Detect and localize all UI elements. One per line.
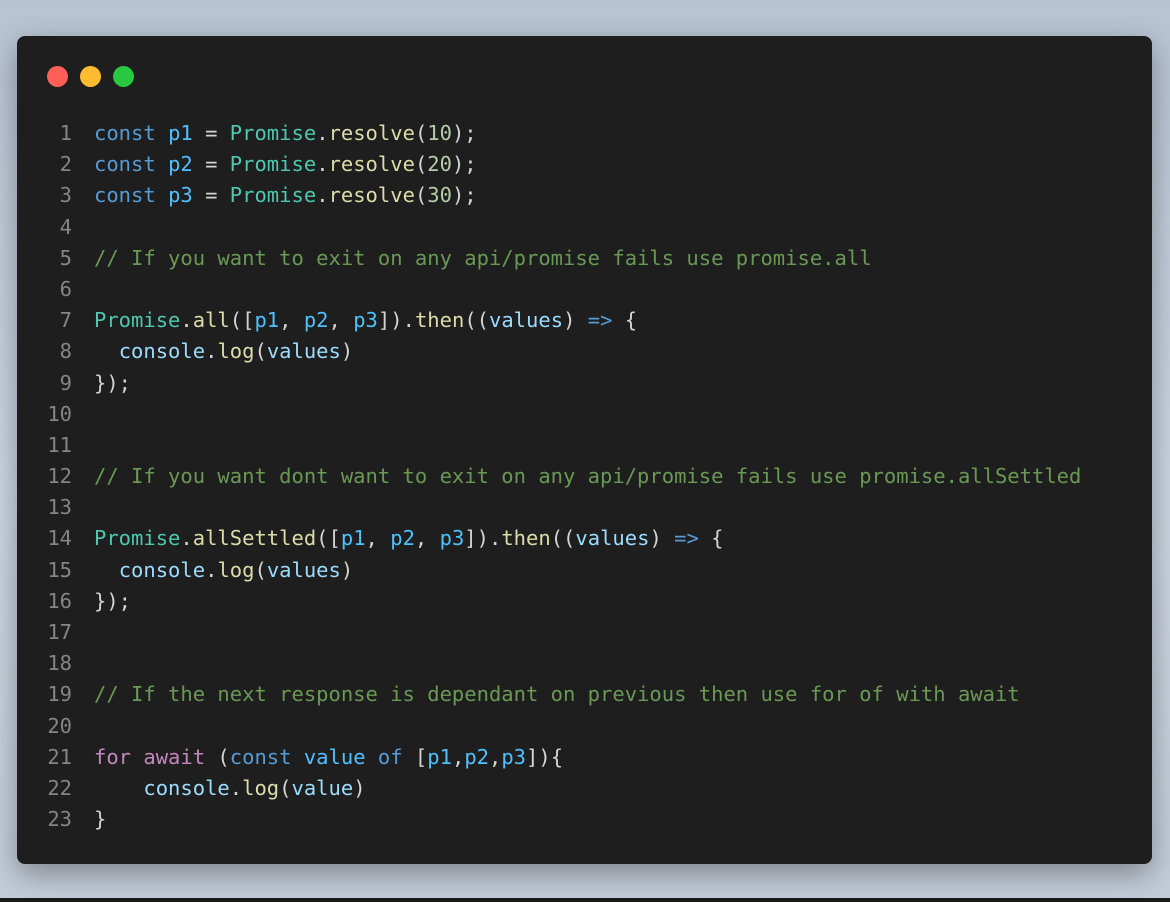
close-icon[interactable] — [47, 66, 68, 87]
maximize-icon[interactable] — [113, 66, 134, 87]
code-line: 12 // If you want dont want to exit on an… — [17, 461, 1152, 492]
line-number: 10 — [47, 401, 72, 426]
line-number: 2 — [59, 152, 72, 177]
line-number: 5 — [59, 245, 72, 270]
line-number: 12 — [47, 464, 72, 489]
line-number: 15 — [47, 557, 72, 582]
line-content: Promise.all([p1, p2, p3]).then((values) … — [94, 308, 638, 333]
line-content — [72, 492, 94, 523]
code-line: 20 — [17, 711, 1152, 742]
code-comment: // If you want dont want to exit on any … — [94, 464, 1082, 489]
line-number: 22 — [47, 775, 72, 800]
line-number: 6 — [59, 276, 72, 301]
line-content — [72, 430, 94, 461]
line-number: 13 — [47, 495, 72, 520]
line-number: 1 — [59, 121, 72, 145]
line-number: 3 — [59, 183, 72, 208]
line-number: 17 — [47, 620, 72, 644]
code-line: 11 — [17, 430, 1152, 461]
line-content: console.log(value) — [143, 775, 366, 800]
code-line: 18 — [17, 648, 1152, 679]
line-content — [72, 274, 94, 305]
line-content: } — [94, 807, 107, 832]
line-content: Promise.allSettled([p1, p2, p3]).then((v… — [94, 526, 724, 551]
line-number: 7 — [59, 308, 72, 333]
code-window: 1 const p1 = Promise.resolve(10); 2 const … — [17, 36, 1152, 864]
code-line: 14 Promise.allSettled([p1, p2, p3]).then(… — [17, 523, 1152, 554]
code-line: 23} — [17, 804, 1152, 835]
line-content: // If you want to exit on any api/promis… — [72, 243, 872, 274]
line-content: for await (const value of [p1,p2,p3]){ — [94, 744, 564, 769]
line-number: 8 — [59, 339, 72, 364]
code-line: 2 const p2 = Promise.resolve(20); — [17, 149, 1152, 180]
line-content — [72, 648, 94, 679]
code-line: 1 const p1 = Promise.resolve(10); — [17, 118, 1152, 149]
code-line: 8 console.log(values) — [17, 336, 1152, 367]
code-line: 21 for await (const value of [p1,p2,p3]){ — [17, 742, 1152, 773]
line-number: 18 — [47, 651, 72, 676]
code-line: 6 — [17, 274, 1152, 305]
code-line: 7 Promise.all([p1, p2, p3]).then((values)… — [17, 305, 1152, 336]
code-comment: // If the next response is dependant on … — [94, 682, 1020, 707]
code-line: 10 — [17, 399, 1152, 430]
line-number: 14 — [47, 526, 72, 551]
code-line: 17 — [17, 617, 1152, 648]
code-line: 22 console.log(value) — [17, 773, 1152, 804]
line-number: 19 — [47, 682, 72, 707]
line-content — [72, 617, 94, 648]
line-content — [72, 399, 94, 430]
line-number: 20 — [47, 713, 72, 738]
window-controls — [47, 66, 134, 87]
line-content: const p1 = Promise.resolve(10); — [94, 121, 477, 145]
line-content: }); — [94, 588, 132, 613]
code-line: 19 // If the next response is dependant o… — [17, 679, 1152, 710]
line-content: const p2 = Promise.resolve(20); — [94, 152, 477, 177]
line-content: console.log(values) — [118, 339, 354, 364]
code-line: 15 console.log(values) — [17, 555, 1152, 586]
minimize-icon[interactable] — [80, 66, 101, 87]
code-comment: // If you want to exit on any api/promis… — [94, 245, 872, 270]
line-content: }); — [94, 370, 132, 395]
code-editor: 1 const p1 = Promise.resolve(10); 2 const … — [17, 118, 1152, 835]
line-content: console.log(values) — [118, 557, 354, 582]
line-content — [72, 711, 94, 742]
line-number: 9 — [59, 370, 72, 395]
code-line: 16}); — [17, 586, 1152, 617]
line-number: 23 — [47, 807, 72, 832]
code-line: 9}); — [17, 368, 1152, 399]
code-line: 5 // If you want to exit on any api/promi… — [17, 243, 1152, 274]
line-number: 4 — [59, 214, 72, 239]
code-line: 13 — [17, 492, 1152, 523]
line-number: 21 — [47, 744, 72, 769]
line-number: 16 — [47, 588, 72, 613]
line-number: 11 — [47, 432, 72, 457]
code-line: 4 — [17, 212, 1152, 243]
line-content: // If you want dont want to exit on any … — [72, 461, 1081, 492]
line-content: // If the next response is dependant on … — [72, 679, 1020, 710]
line-content — [72, 212, 94, 243]
line-content: const p3 = Promise.resolve(30); — [94, 183, 477, 208]
bottom-edge — [0, 898, 1170, 902]
code-line: 3 const p3 = Promise.resolve(30); — [17, 180, 1152, 211]
